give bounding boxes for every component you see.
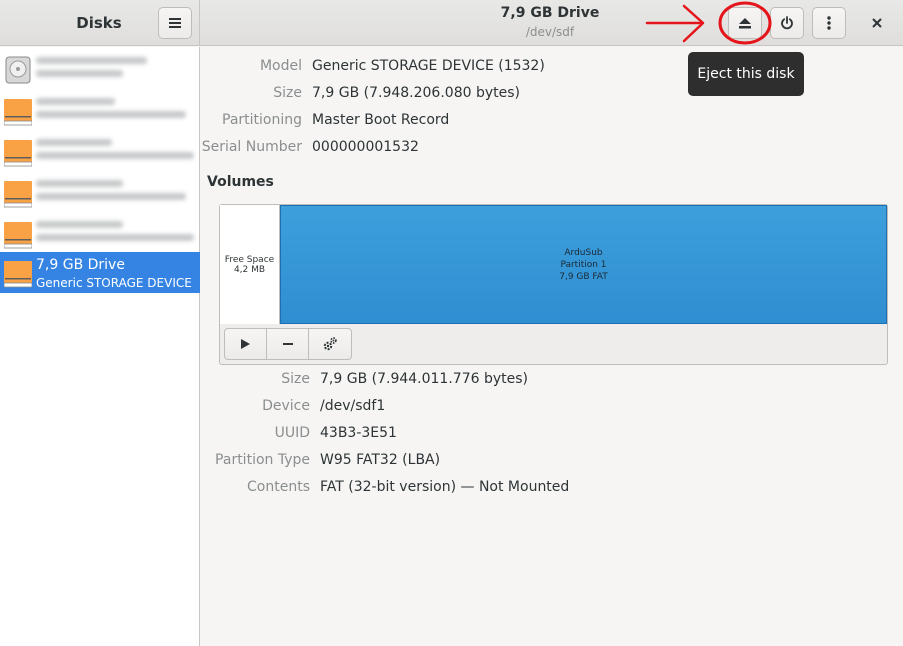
usb-drive-icon <box>4 181 32 208</box>
partition-size-type: 7,9 GB FAT <box>559 271 608 282</box>
gears-icon <box>323 337 337 351</box>
eject-icon <box>739 17 751 28</box>
disk-name: 7,9 GB Drive <box>36 257 125 273</box>
disk-item-usb-2[interactable] <box>0 131 200 172</box>
volumes-heading: Volumes <box>207 174 274 190</box>
vertical-dots-icon <box>827 16 831 30</box>
model-value: Generic STORAGE DEVICE (1532) <box>312 58 545 74</box>
redacted-disk-label <box>36 221 194 249</box>
size-value: 7,9 GB (7.948.206.080 bytes) <box>312 85 520 101</box>
redacted-disk-label <box>36 180 194 208</box>
play-icon <box>241 339 250 349</box>
usb-drive-icon <box>4 99 32 126</box>
model-label: Model <box>259 58 302 74</box>
device-label: Device <box>262 398 310 414</box>
uuid-label: UUID <box>274 425 310 441</box>
volume-toolbar <box>224 328 352 360</box>
disk-item-hdd[interactable] <box>0 49 200 90</box>
redacted-disk-label <box>36 139 194 167</box>
free-space-size: 4,2 MB <box>233 264 266 275</box>
disk-description: Generic STORAGE DEVICE <box>36 276 192 290</box>
partitioning-value: Master Boot Record <box>312 112 450 128</box>
partition-type-label: Partition Type <box>215 452 310 468</box>
disk-item-selected[interactable]: 7,9 GB Drive Generic STORAGE DEVICE <box>0 252 200 293</box>
partition-segment[interactable]: ArduSub Partition 1 7,9 GB FAT <box>280 205 887 324</box>
drive-device-path: /dev/sdf <box>525 25 575 39</box>
free-space-segment[interactable]: Free Space 4,2 MB <box>220 205 280 324</box>
partition-size-value: 7,9 GB (7.944.011.776 bytes) <box>320 371 528 387</box>
sidebar-header: Disks <box>0 0 200 46</box>
hamburger-icon <box>169 18 181 28</box>
redacted-disk-label <box>36 57 194 85</box>
usb-drive-icon <box>4 140 32 167</box>
eject-tooltip: Eject this disk <box>688 52 804 96</box>
contents-value: FAT (32-bit version) — Not Mounted <box>320 479 570 495</box>
header-bar: Disks 7,9 GB Drive /dev/sdf <box>0 0 903 46</box>
uuid-value: 43B3-3E51 <box>320 425 397 441</box>
device-value: /dev/sdf1 <box>320 398 386 414</box>
close-button[interactable] <box>862 8 892 38</box>
disk-list: 7,9 GB Drive Generic STORAGE DEVICE <box>0 47 200 646</box>
mount-button[interactable] <box>225 329 267 359</box>
free-space-label: Free Space <box>224 254 275 265</box>
menu-button[interactable] <box>158 7 192 39</box>
disk-item-usb-3[interactable] <box>0 172 200 213</box>
partition-number: Partition 1 <box>560 259 607 270</box>
more-options-button[interactable] <box>812 7 846 39</box>
redacted-disk-label <box>36 98 194 126</box>
delete-partition-button[interactable] <box>267 329 309 359</box>
drive-title: 7,9 GB Drive <box>500 5 600 21</box>
partition-size-label: Size <box>281 371 310 387</box>
partition-label: ArduSub <box>564 247 603 258</box>
power-off-button[interactable] <box>770 7 804 39</box>
serial-number-label: Serial Number <box>201 139 302 155</box>
minus-icon <box>282 343 293 345</box>
contents-label: Contents <box>247 479 310 495</box>
disk-item-usb-4[interactable] <box>0 213 200 254</box>
serial-number-value: 000000001532 <box>312 139 419 155</box>
close-icon <box>872 18 882 28</box>
volumes-graphic: Free Space 4,2 MB ArduSub Partition 1 7,… <box>219 204 888 365</box>
partition-options-button[interactable] <box>309 329 351 359</box>
disk-item-usb-1[interactable] <box>0 90 200 131</box>
usb-drive-icon <box>4 261 32 288</box>
size-label: Size <box>273 85 302 101</box>
hard-disk-icon <box>5 56 31 84</box>
power-icon <box>781 16 793 30</box>
usb-drive-icon <box>4 222 32 249</box>
partition-type-value: W95 FAT32 (LBA) <box>320 452 441 468</box>
partitioning-label: Partitioning <box>222 112 302 128</box>
eject-button[interactable] <box>728 7 762 39</box>
